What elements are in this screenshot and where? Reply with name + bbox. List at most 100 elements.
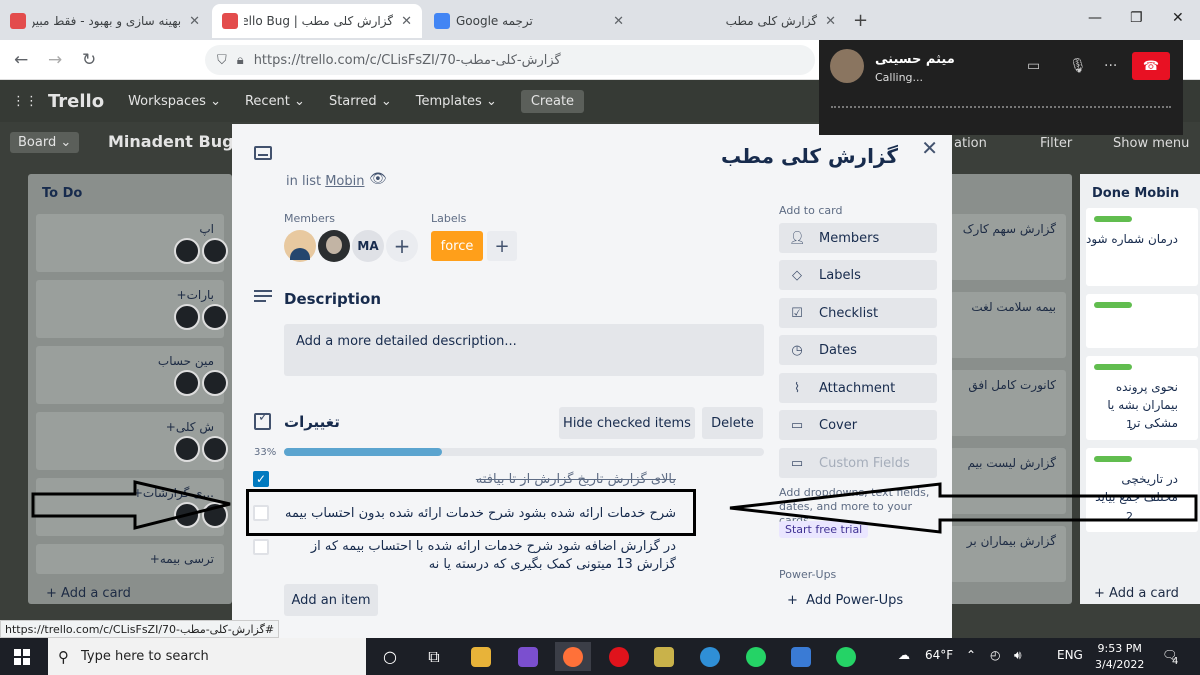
volume-icon[interactable]: 🔊︎ xyxy=(1014,648,1022,663)
more-icon[interactable]: ··· xyxy=(1104,58,1117,74)
restore-icon[interactable]: ❐ xyxy=(1130,10,1143,26)
windows-start-icon[interactable] xyxy=(14,649,30,665)
status-bar-url: https://trello.com/c/CLisFsZI/70-گزارش-ک… xyxy=(0,620,280,638)
address-bar[interactable]: ⛉ 🔒︎ https://trello.com/c/CLisFsZI/70-گز… xyxy=(205,45,815,75)
sketch-app-icon[interactable] xyxy=(783,642,819,671)
close-tab-icon[interactable]: ✕ xyxy=(613,14,624,29)
list-card[interactable] xyxy=(1086,294,1198,348)
list-card[interactable]: کانورت کامل افق xyxy=(950,370,1066,436)
hide-checked-button[interactable]: Hide checked items xyxy=(559,407,695,439)
automation-button[interactable]: ation xyxy=(954,136,987,151)
paperclip-icon: ⌇ xyxy=(793,380,801,396)
board-name[interactable]: Minadent Bug xyxy=(108,132,234,151)
list-card[interactable]: نحوی پرونده بیماران بشه یا مشکی تر 1 xyxy=(1086,356,1198,440)
description-field[interactable]: Add a more detailed description... xyxy=(284,324,764,376)
member-avatar[interactable] xyxy=(318,230,350,262)
browser-tab-4[interactable]: گزارش کلی مطب ✕ xyxy=(636,4,846,38)
reload-icon[interactable]: ↻ xyxy=(82,50,96,70)
close-icon[interactable]: ✕ xyxy=(921,136,938,160)
labels-button[interactable]: ◇ Labels xyxy=(779,260,937,290)
microphone-icon[interactable]: 🎙︎ xyxy=(1069,58,1087,74)
list-title[interactable]: Done Mobin xyxy=(1092,186,1179,201)
app-icon[interactable] xyxy=(646,642,682,671)
add-card-button[interactable]: + Add a card xyxy=(46,586,131,601)
back-icon[interactable]: ← xyxy=(14,50,28,70)
attachment-button[interactable]: ⌇ Attachment xyxy=(779,373,937,403)
visual-studio-icon[interactable] xyxy=(510,642,546,671)
list-title[interactable]: To Do xyxy=(42,186,82,201)
browser-tab-2[interactable]: گزارش کلی مطب | Trello Bug ✕ xyxy=(212,4,422,38)
menu-workspaces[interactable]: Workspaces ⌄ xyxy=(128,94,221,109)
list-card[interactable]: اپ xyxy=(36,214,228,272)
close-tab-icon[interactable]: ✕ xyxy=(189,14,200,29)
close-tab-icon[interactable]: ✕ xyxy=(825,14,836,29)
network-icon[interactable]: ◴ xyxy=(990,648,1000,662)
dates-button[interactable]: ◷ Dates xyxy=(779,335,937,365)
close-window-icon[interactable]: ✕ xyxy=(1172,10,1184,26)
cover-button[interactable]: ▭ Cover xyxy=(779,410,937,440)
forward-icon[interactable]: → xyxy=(48,50,62,70)
menu-recent[interactable]: Recent ⌄ xyxy=(245,94,305,109)
checklist-title[interactable]: تغییرات xyxy=(284,413,340,431)
firefox-icon[interactable] xyxy=(555,642,591,671)
call-window: میثم حسینی Calling... ▭ 🎙︎ ··· ☎︎ xyxy=(819,40,1183,135)
delete-checklist-button[interactable]: Delete xyxy=(702,407,763,439)
checklist-item-text[interactable]: در گزارش اضافه شود شرح خدمات ارائه شده ب… xyxy=(276,538,676,574)
close-tab-icon[interactable]: ✕ xyxy=(401,14,412,29)
new-tab-icon[interactable]: + xyxy=(853,10,868,31)
board-view-switcher[interactable]: Board ⌄ xyxy=(10,132,80,153)
trello-logo[interactable]: Trello xyxy=(48,91,104,112)
list-card[interactable]: بیمه سلامت لغت xyxy=(950,292,1066,358)
taskbar-search[interactable]: ⚲ Type here to search xyxy=(48,638,366,675)
list-card[interactable]: ترسی بیمه+ xyxy=(36,544,224,574)
filter-button[interactable]: Filter xyxy=(1040,136,1072,151)
list-card[interactable]: مین حساب xyxy=(36,346,228,404)
add-member-button[interactable]: + xyxy=(386,230,418,262)
weather-temp[interactable]: 64°F xyxy=(925,648,953,662)
card-title: ترسی بیمه+ xyxy=(149,552,214,566)
create-button[interactable]: Create xyxy=(520,89,585,113)
list-card[interactable]: بارات+ xyxy=(36,280,228,338)
video-icon[interactable]: ▭ xyxy=(1027,58,1040,74)
whatsapp-icon[interactable] xyxy=(828,642,864,671)
members-button[interactable]: 👤︎ Members xyxy=(779,223,937,253)
list-link[interactable]: Mobin xyxy=(325,174,364,189)
in-list-prefix: in list xyxy=(286,174,322,189)
add-powerups-button[interactable]: + Add Power-Ups xyxy=(787,593,903,608)
powerups-heading: Power-Ups xyxy=(779,568,837,581)
eye-icon[interactable]: 👁︎ xyxy=(369,171,387,187)
checklist-item-checkbox[interactable] xyxy=(253,539,269,555)
card-title[interactable]: گزارش کلی مطب xyxy=(721,144,898,168)
list-card[interactable]: ش کلی+ xyxy=(36,412,228,470)
menu-starred[interactable]: Starred ⌄ xyxy=(329,94,392,109)
file-explorer-icon[interactable] xyxy=(463,642,499,671)
list-card[interactable]: درمان شماره شود xyxy=(1086,208,1198,286)
checklist-button[interactable]: ☑ Checklist xyxy=(779,298,937,328)
browser-tab-3[interactable]: Google ترجمه ✕ xyxy=(424,4,634,38)
apps-grid-icon[interactable]: ⋮⋮ xyxy=(12,94,38,109)
member-avatar[interactable] xyxy=(284,230,316,262)
hang-up-button[interactable]: ☎︎ xyxy=(1132,52,1170,80)
member-avatar[interactable]: MA xyxy=(352,230,384,262)
add-item-button[interactable]: Add an item xyxy=(284,584,378,616)
browser-tab-1[interactable]: بهینه سازی و بهبود - فقط مبین c ✕ xyxy=(0,4,210,38)
clock[interactable]: 9:53 PM 3/4/2022 xyxy=(1095,641,1144,673)
browser-app-icon[interactable] xyxy=(692,642,728,671)
label-chip[interactable]: force xyxy=(431,231,483,261)
tray-expand-icon[interactable]: ⌃ xyxy=(966,648,976,662)
add-card-button[interactable]: + Add a card xyxy=(1094,586,1179,601)
list-card[interactable]: گزارش سهم کارک xyxy=(950,214,1066,280)
custom-fields-button[interactable]: ▭ Custom Fields xyxy=(779,448,937,478)
minimize-icon[interactable]: — xyxy=(1088,10,1102,26)
card-title: بارات+ xyxy=(176,288,214,302)
address-url[interactable]: https://trello.com/c/CLisFsZI/70-گزارش-ک… xyxy=(254,53,561,68)
opera-icon[interactable] xyxy=(601,642,637,671)
whatsapp-notify-icon[interactable] xyxy=(738,642,774,671)
language-indicator[interactable]: ENG xyxy=(1057,648,1083,662)
show-menu-button[interactable]: Show menu xyxy=(1113,136,1189,151)
weather-icon[interactable]: ☁ xyxy=(898,648,910,662)
menu-templates[interactable]: Templates ⌄ xyxy=(416,94,497,109)
add-label-button[interactable]: + xyxy=(487,231,517,261)
cortana-icon[interactable]: ○ xyxy=(372,642,408,671)
task-view-icon[interactable]: ⧉ xyxy=(416,642,452,671)
